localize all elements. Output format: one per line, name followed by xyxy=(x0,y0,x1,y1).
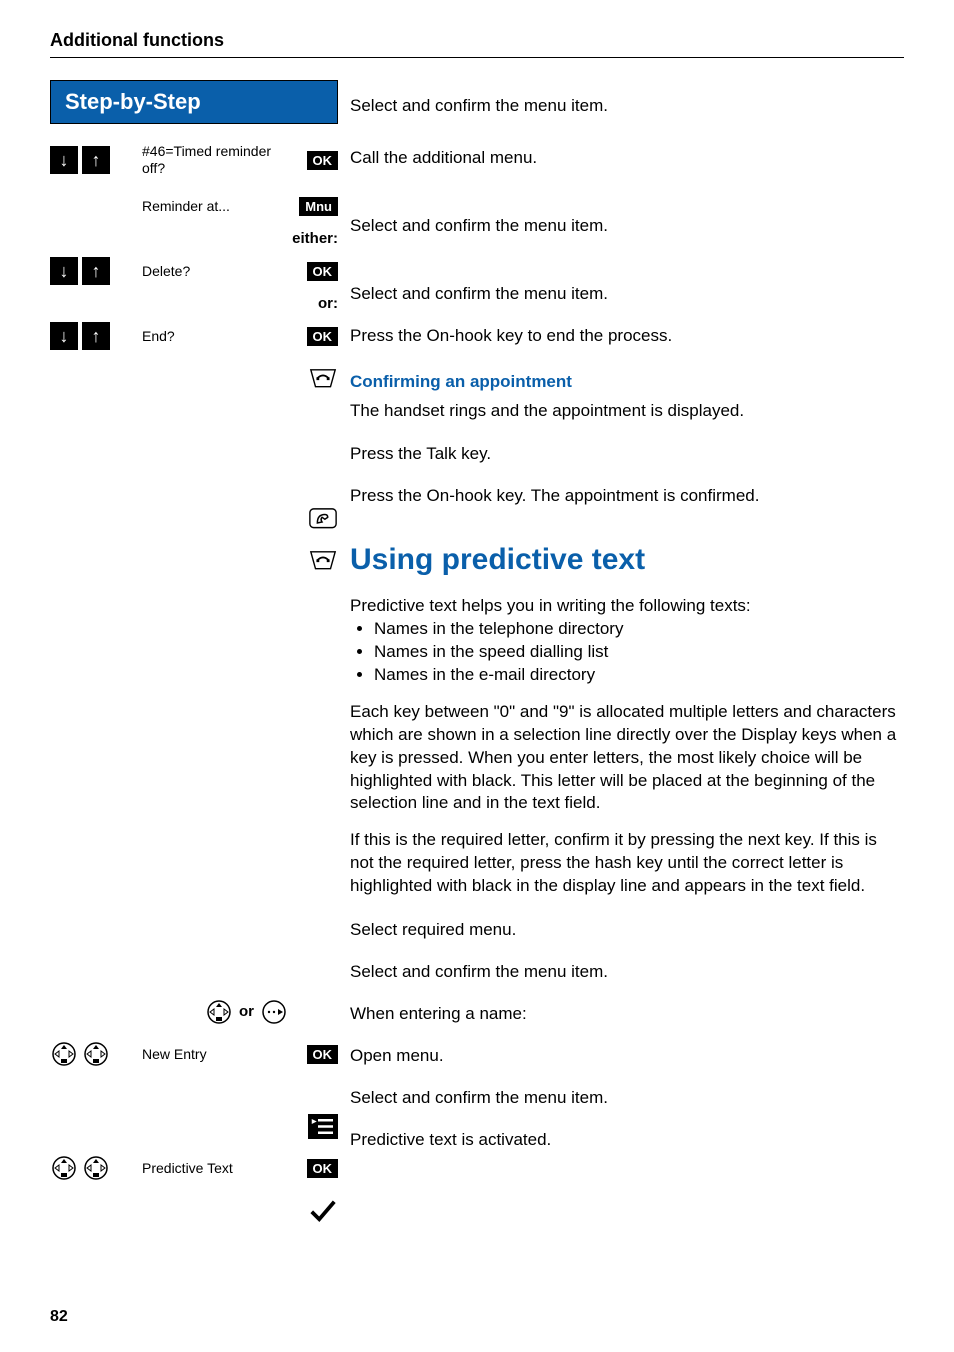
instruction-text: Press the On-hook key to end the process… xyxy=(350,318,904,354)
ok-button[interactable]: OK xyxy=(307,327,339,346)
down-arrow-icon[interactable]: ↓ xyxy=(50,257,78,285)
instruction-text: Open menu. xyxy=(350,1038,904,1074)
left-column: Step-by-Step ↓ ↑ #46=Timed reminder off?… xyxy=(50,80,338,1234)
instruction-text: Select required menu. xyxy=(350,912,904,948)
up-arrow-icon[interactable]: ↑ xyxy=(82,322,110,350)
check-icon xyxy=(308,1197,338,1223)
step-row-select-menu: or xyxy=(50,994,338,1030)
menu-item-delete: Delete? xyxy=(138,263,292,280)
ok-button[interactable]: OK xyxy=(307,1045,339,1064)
instruction-text: Predictive text is activated. xyxy=(350,1122,904,1158)
step-by-step-box: Step-by-Step xyxy=(50,80,338,124)
menu-item-timed-reminder: #46=Timed reminder off? xyxy=(138,143,292,177)
instruction-text: Select and confirm the menu item. xyxy=(350,84,904,128)
list-item: Names in the telephone directory xyxy=(374,618,904,641)
instruction-text: Select and confirm the menu item. xyxy=(350,276,904,312)
instruction-text: Select and confirm the menu item. xyxy=(350,208,904,244)
onhook-key-icon[interactable] xyxy=(308,547,338,573)
body-text-line: Predictive text helps you in writing the… xyxy=(350,596,751,615)
onhook-key-icon[interactable] xyxy=(308,365,338,391)
bullet-list: Names in the telephone directory Names i… xyxy=(350,618,904,687)
menu-item-end: End? xyxy=(138,328,292,345)
section-heading: Using predictive text xyxy=(350,543,904,577)
instruction-text: Press the On-hook key. The appointment i… xyxy=(350,479,904,515)
menu-icon[interactable] xyxy=(308,1113,338,1139)
step-row-talk xyxy=(50,500,338,536)
step-row-predictive-text: Predictive Text OK xyxy=(50,1150,338,1186)
step-row-onhook xyxy=(50,360,338,396)
step-row-end: ↓ ↑ End? OK xyxy=(50,318,338,354)
body-text: Predictive text helps you in writing the… xyxy=(350,595,904,687)
instruction-text: Call the additional menu. xyxy=(350,140,904,176)
instruction-text: Select and confirm the menu item. xyxy=(350,1080,904,1116)
header-rule xyxy=(50,57,904,58)
mnu-button[interactable]: Mnu xyxy=(299,197,338,216)
step-row-open-menu xyxy=(50,1108,338,1144)
nav-control-icon[interactable] xyxy=(50,1040,78,1068)
right-column: Select and confirm the menu item. Call t… xyxy=(338,80,904,1234)
step-row-onhook-2 xyxy=(50,542,338,578)
step-row-delete: ↓ ↑ Delete? OK xyxy=(50,253,338,289)
instruction-text: Press the Talk key. xyxy=(350,437,904,473)
instruction-text: Select and confirm the menu item. xyxy=(350,954,904,990)
down-arrow-icon[interactable]: ↓ xyxy=(50,146,78,174)
ok-button[interactable]: OK xyxy=(307,262,339,281)
up-arrow-icon[interactable]: ↑ xyxy=(82,146,110,174)
or-label: or: xyxy=(50,295,338,312)
dotted-nav-icon[interactable] xyxy=(260,998,288,1026)
step-row-new-entry: New Entry OK xyxy=(50,1036,338,1072)
instruction-text: When entering a name: xyxy=(350,996,904,1032)
menu-item-new-entry: New Entry xyxy=(138,1046,292,1063)
ok-button[interactable]: OK xyxy=(307,151,339,170)
body-text: Each key between "0" and "9" is allocate… xyxy=(350,701,904,816)
menu-item-reminder-at: Reminder at... xyxy=(138,198,292,215)
nav-control-icon[interactable] xyxy=(82,1154,110,1182)
menu-item-predictive-text: Predictive Text xyxy=(138,1160,292,1177)
nav-control-icon[interactable] xyxy=(82,1040,110,1068)
step-row-activated xyxy=(50,1192,338,1228)
sub-heading: Confirming an appointment xyxy=(350,372,904,392)
up-arrow-icon[interactable]: ↑ xyxy=(82,257,110,285)
talk-key-icon[interactable] xyxy=(308,505,338,531)
either-label: either: xyxy=(50,230,338,247)
step-row-reminder-at: Reminder at... Mnu xyxy=(50,188,338,224)
step-row-timed-reminder: ↓ ↑ #46=Timed reminder off? OK xyxy=(50,138,338,182)
or-separator: or xyxy=(239,1003,254,1021)
list-item: Names in the e-mail directory xyxy=(374,664,904,687)
down-arrow-icon[interactable]: ↓ xyxy=(50,322,78,350)
ok-button[interactable]: OK xyxy=(307,1159,339,1178)
list-item: Names in the speed dialling list xyxy=(374,641,904,664)
body-text: If this is the required letter, confirm … xyxy=(350,829,904,898)
chapter-title: Additional functions xyxy=(50,30,904,51)
page-number: 82 xyxy=(50,1308,68,1326)
nav-control-icon[interactable] xyxy=(50,1154,78,1182)
instruction-text: The handset rings and the appointment is… xyxy=(350,400,904,423)
nav-control-icon[interactable] xyxy=(205,998,233,1026)
content-columns: Step-by-Step ↓ ↑ #46=Timed reminder off?… xyxy=(50,80,904,1234)
